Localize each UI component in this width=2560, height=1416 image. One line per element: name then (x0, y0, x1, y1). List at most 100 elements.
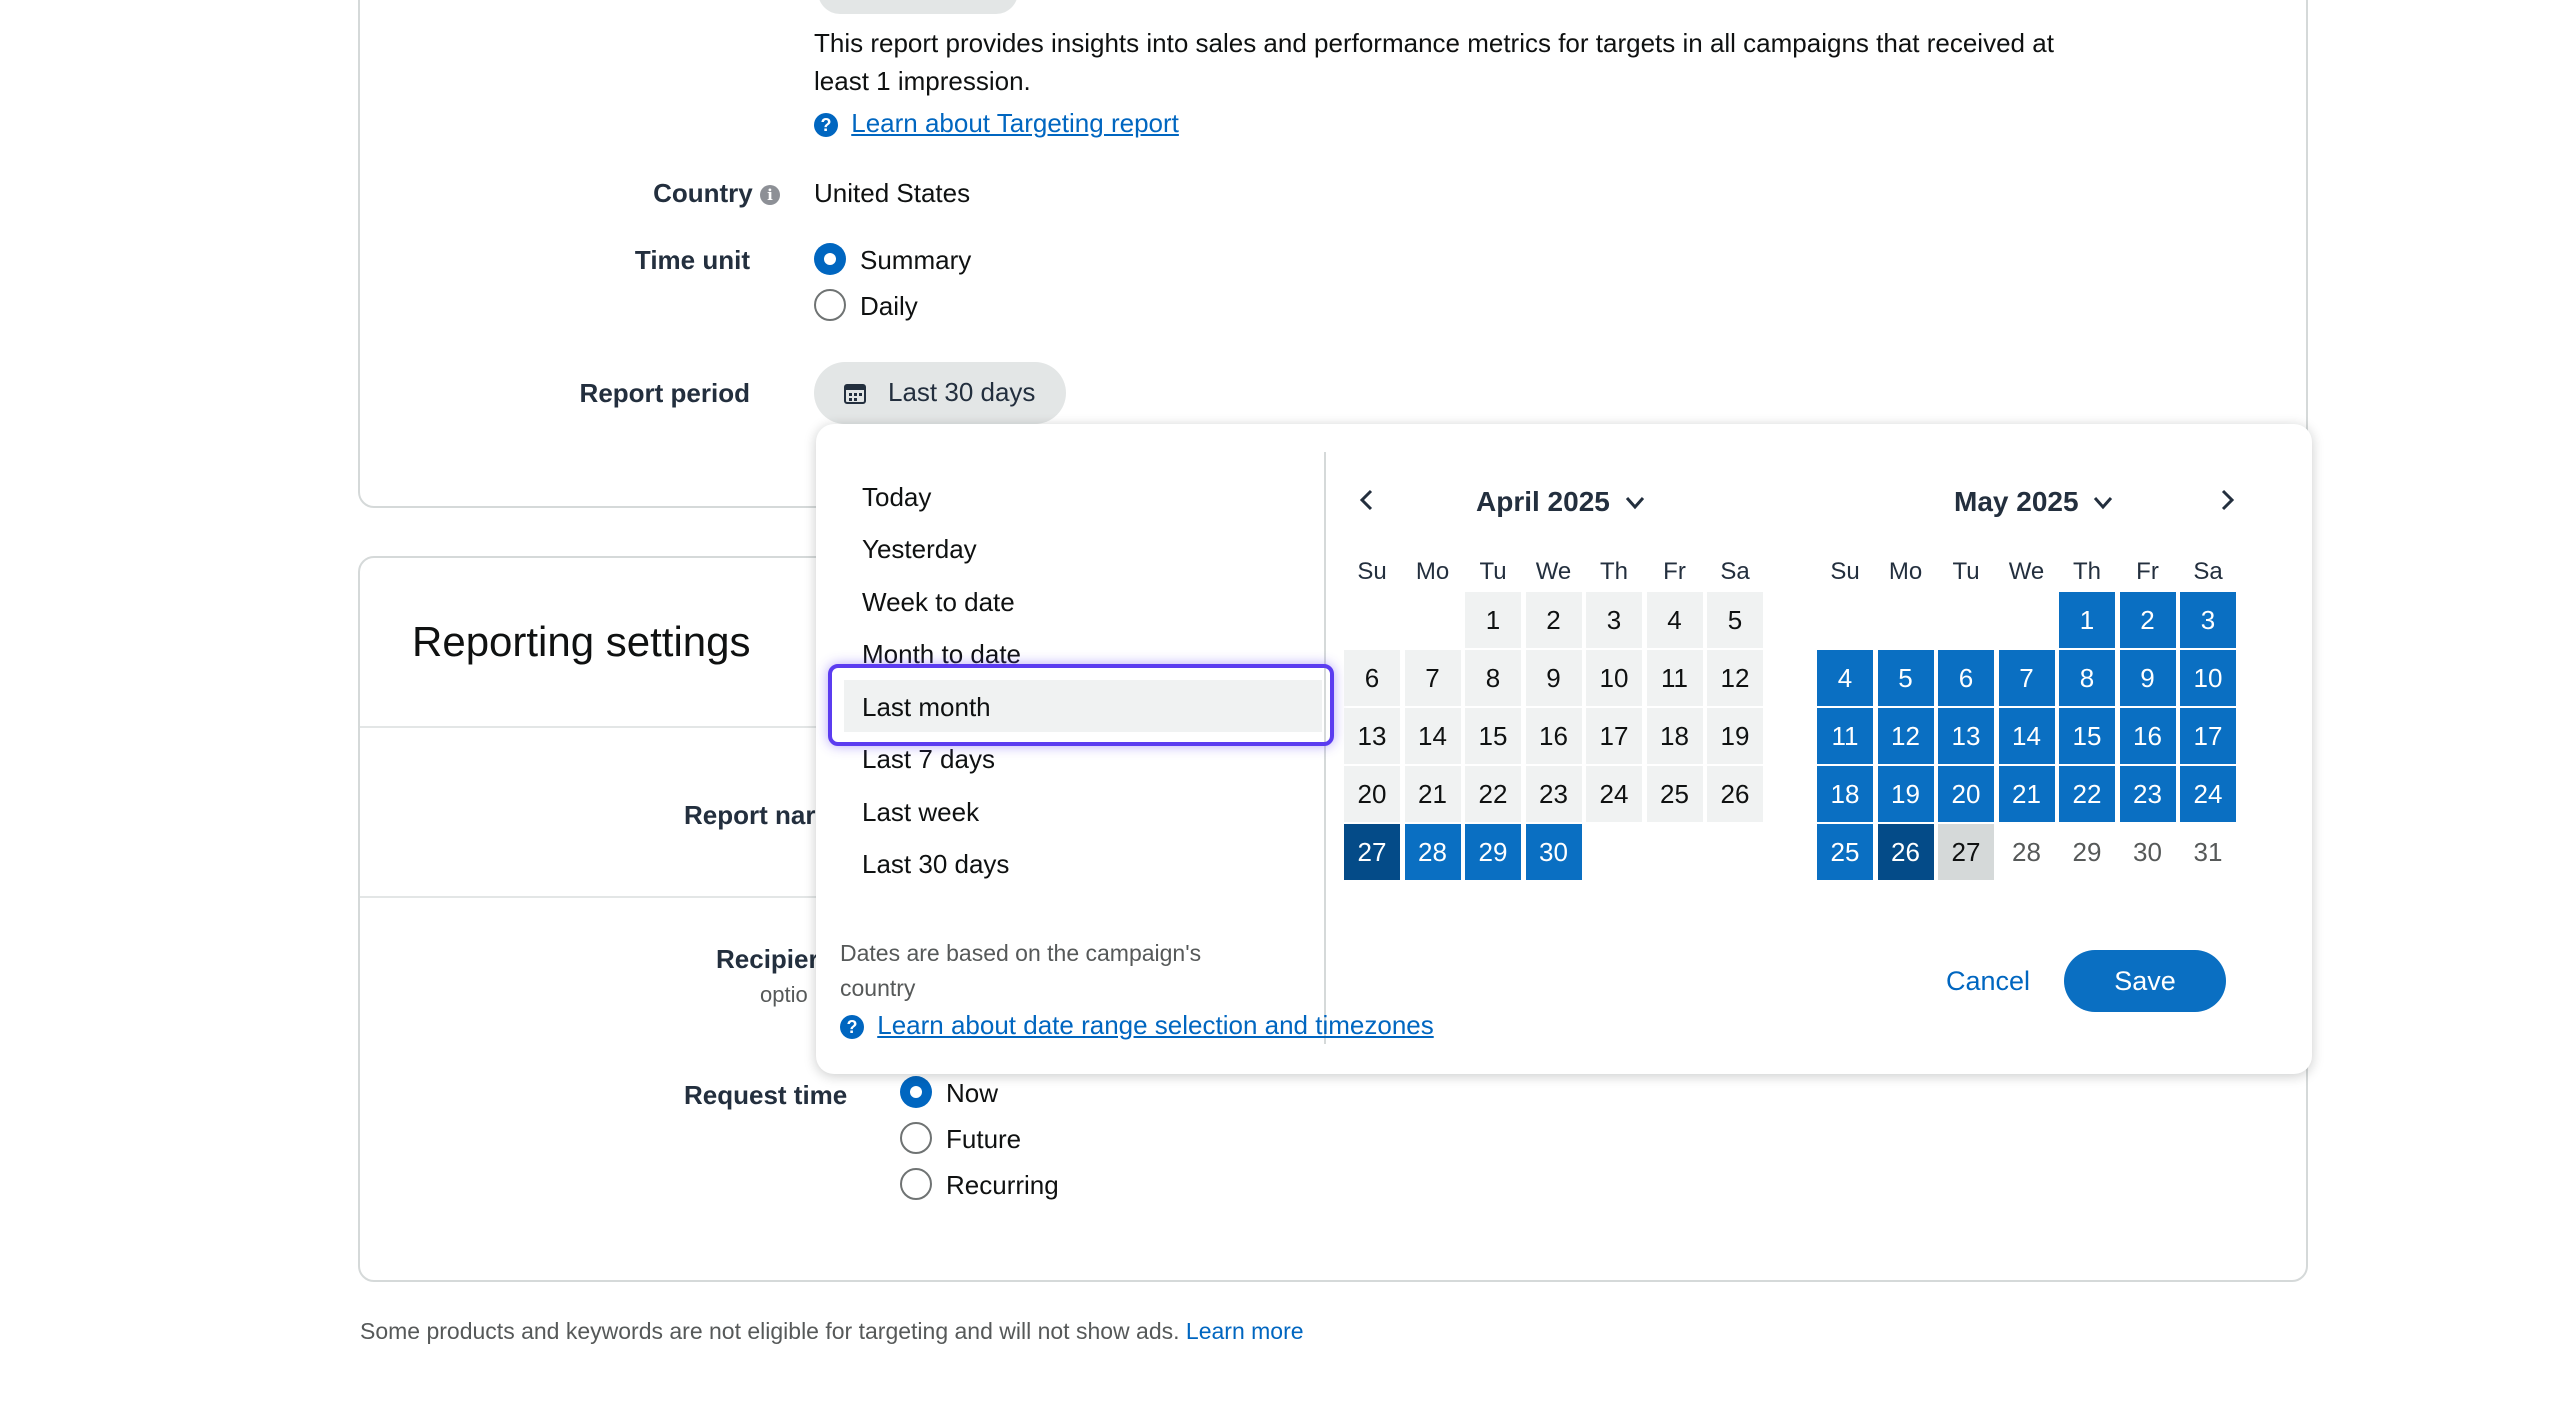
day-cell[interactable]: 25 (1817, 824, 1873, 880)
preset-week-to-date[interactable]: Week to date (862, 587, 1015, 618)
request-time-future-radio[interactable] (900, 1122, 932, 1154)
day-cell[interactable]: 2 (1525, 592, 1582, 648)
day-cell[interactable]: 22 (2059, 766, 2115, 822)
report-type-pill[interactable] (818, 0, 1018, 14)
day-cell[interactable]: 23 (1525, 766, 1582, 822)
day-cell[interactable]: 5 (1707, 592, 1763, 648)
learn-date-range-link[interactable]: ? Learn about date range selection and t… (840, 1010, 1434, 1041)
day-cell[interactable]: 9 (1525, 650, 1582, 706)
chevron-right-icon[interactable] (2216, 488, 2238, 512)
day-cell[interactable]: 12 (1707, 650, 1763, 706)
day-cell[interactable]: 17 (1586, 708, 1642, 764)
day-cell[interactable]: 5 (1877, 650, 1934, 706)
time-unit-label: Time unit (634, 245, 750, 275)
day-cell[interactable]: 8 (1465, 650, 1521, 706)
day-cell[interactable]: 20 (1344, 766, 1400, 822)
day-cell[interactable]: 4 (1646, 592, 1703, 648)
preset-last-30-days[interactable]: Last 30 days (862, 849, 1009, 880)
day-cell[interactable]: 16 (1525, 708, 1582, 764)
day-cell[interactable]: 27 (1344, 824, 1400, 880)
day-cell[interactable]: 21 (1404, 766, 1461, 822)
day-cell[interactable]: 15 (1465, 708, 1521, 764)
day-cell[interactable]: 11 (1646, 650, 1703, 706)
day-cell[interactable]: 28 (1999, 824, 2055, 880)
preset-last-7-days[interactable]: Last 7 days (862, 744, 995, 775)
day-cell[interactable]: 7 (1998, 650, 2055, 706)
month-title-april[interactable]: April 2025 (1476, 486, 1646, 518)
day-cell[interactable]: 4 (1817, 650, 1873, 706)
weekday-label: We (2008, 558, 2045, 585)
time-unit-summary-label[interactable]: Summary (860, 245, 971, 276)
day-cell[interactable]: 29 (2059, 824, 2115, 880)
day-cell[interactable]: 14 (1998, 708, 2055, 764)
day-cell[interactable]: 7 (1404, 650, 1461, 706)
report-period-value: Last 30 days (888, 377, 1036, 407)
day-cell[interactable]: 3 (2180, 592, 2236, 648)
day-cell[interactable]: 23 (2119, 766, 2176, 822)
day-cell[interactable]: 18 (1646, 708, 1703, 764)
day-cell[interactable]: 8 (2059, 650, 2115, 706)
day-cell[interactable]: 3 (1586, 592, 1642, 648)
day-cell[interactable]: 13 (1938, 708, 1994, 764)
time-unit-summary-radio[interactable] (814, 243, 846, 275)
day-cell[interactable]: 30 (1525, 824, 1582, 880)
reporting-settings-title: Reporting settings (412, 618, 751, 665)
preset-last-week[interactable]: Last week (862, 797, 979, 828)
time-unit-daily-label[interactable]: Daily (860, 291, 918, 322)
save-button[interactable]: Save (2064, 950, 2226, 1012)
weekday-label: Sa (1720, 558, 1750, 585)
request-time-recurring-label[interactable]: Recurring (946, 1170, 1059, 1201)
preset-today[interactable]: Today (862, 482, 931, 513)
cancel-button[interactable]: Cancel (1946, 966, 2030, 997)
request-time-recurring-radio[interactable] (900, 1168, 932, 1200)
report-period-button[interactable]: Last 30 days (814, 362, 1066, 424)
report-description-line2: least 1 impression. (814, 66, 1031, 96)
weekday-label: Su (1357, 558, 1387, 585)
day-cell[interactable]: 24 (1586, 766, 1642, 822)
day-cell[interactable]: 27 (1938, 824, 1994, 880)
request-time-now-radio[interactable] (900, 1076, 932, 1108)
day-cell[interactable]: 25 (1646, 766, 1703, 822)
day-cell[interactable]: 28 (1404, 824, 1461, 880)
day-cell[interactable]: 6 (1344, 650, 1400, 706)
day-cell[interactable]: 6 (1938, 650, 1994, 706)
chevron-left-icon[interactable] (1356, 488, 1378, 512)
day-cell[interactable]: 11 (1817, 708, 1873, 764)
day-cell[interactable]: 31 (2180, 824, 2236, 880)
day-cell[interactable]: 26 (1877, 824, 1934, 880)
day-cell[interactable]: 17 (2180, 708, 2236, 764)
learn-targeting-report-link[interactable]: ? Learn about Targeting report (814, 108, 1179, 139)
preset-yesterday[interactable]: Yesterday (862, 534, 977, 565)
day-cell[interactable]: 1 (2059, 592, 2115, 648)
country-label: Country i (653, 178, 780, 209)
day-cell[interactable]: 24 (2180, 766, 2236, 822)
day-cell[interactable]: 21 (1998, 766, 2055, 822)
day-cell[interactable]: 13 (1344, 708, 1400, 764)
day-cell[interactable]: 12 (1877, 708, 1934, 764)
footer-note: Some products and keywords are not eligi… (360, 1318, 1304, 1344)
day-cell[interactable]: 2 (2119, 592, 2176, 648)
day-cell[interactable]: 29 (1465, 824, 1521, 880)
day-cell[interactable]: 19 (1877, 766, 1934, 822)
day-cell[interactable]: 15 (2059, 708, 2115, 764)
day-cell[interactable]: 9 (2119, 650, 2176, 706)
request-time-future-label[interactable]: Future (946, 1124, 1021, 1155)
info-icon[interactable]: i (760, 185, 780, 206)
day-cell[interactable]: 16 (2119, 708, 2176, 764)
day-cell[interactable]: 10 (1586, 650, 1642, 706)
day-cell[interactable]: 10 (2180, 650, 2236, 706)
request-time-now-label[interactable]: Now (946, 1078, 998, 1109)
day-cell[interactable]: 26 (1707, 766, 1763, 822)
day-cell[interactable]: 22 (1465, 766, 1521, 822)
day-cell[interactable]: 30 (2120, 824, 2176, 880)
month-title-may[interactable]: May 2025 (1954, 486, 2114, 518)
day-cell[interactable]: 14 (1404, 708, 1461, 764)
day-cell[interactable]: 20 (1938, 766, 1994, 822)
learn-more-link[interactable]: Learn more (1186, 1318, 1304, 1344)
time-unit-daily-radio[interactable] (814, 289, 846, 321)
weekday-label: Sa (2193, 558, 2223, 585)
day-cell[interactable]: 19 (1707, 708, 1763, 764)
day-cell[interactable]: 1 (1465, 592, 1521, 648)
day-cell[interactable]: 18 (1817, 766, 1873, 822)
weekday-label: Fr (1663, 558, 1686, 585)
